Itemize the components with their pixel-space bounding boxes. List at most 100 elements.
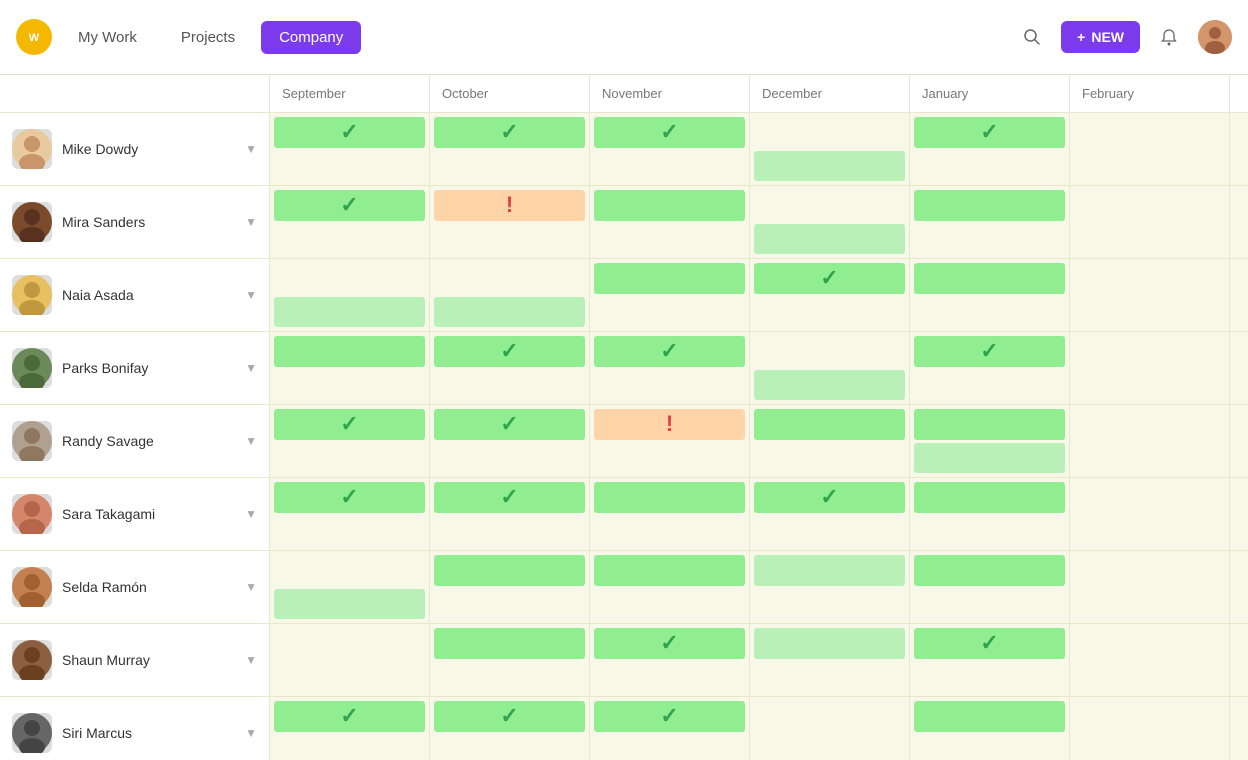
person-group: Naia Asada ▼ ✓: [0, 259, 1248, 332]
check-icon: ✓: [820, 265, 838, 291]
check-icon: ✓: [340, 411, 358, 437]
person-name: Siri Marcus: [62, 725, 132, 741]
check-icon: ✓: [500, 119, 518, 145]
month-cell: ✓: [910, 624, 1070, 696]
name-cell: Parks Bonifay ▼: [0, 332, 270, 404]
avatar: [12, 275, 52, 315]
header-november: November: [590, 75, 750, 112]
month-cell: [910, 186, 1070, 258]
chevron-down-icon[interactable]: ▼: [245, 653, 257, 667]
month-cell: [750, 624, 910, 696]
month-cell: [750, 332, 910, 404]
month-cell: ✓: [750, 478, 910, 550]
bell-button[interactable]: [1152, 20, 1186, 54]
check-icon: ✓: [500, 703, 518, 729]
user-avatar[interactable]: [1198, 20, 1232, 54]
svg-text:W: W: [29, 32, 40, 44]
month-cell: ✓: [430, 405, 590, 477]
month-cell: ✓: [910, 332, 1070, 404]
month-cell: [1070, 113, 1230, 185]
table-row: Parks Bonifay ▼ ✓ ✓ ✓: [0, 332, 1248, 404]
name-cell: Siri Marcus ▼: [0, 697, 270, 760]
month-cell: [1070, 332, 1230, 404]
person-name: Selda Ramón: [62, 579, 147, 595]
header-december: December: [750, 75, 910, 112]
check-icon: ✓: [500, 338, 518, 364]
person-group: Mike Dowdy ▼ ✓✓✓✓: [0, 113, 1248, 186]
new-button[interactable]: + NEW: [1061, 21, 1140, 53]
person-group: Sara Takagami ▼ ✓ ✓ ✓: [0, 478, 1248, 551]
check-icon: ✓: [340, 484, 358, 510]
month-cell: ✓: [750, 259, 910, 331]
month-cell: ✓: [590, 624, 750, 696]
person-name: Sara Takagami: [62, 506, 155, 522]
topbar-right: + NEW: [1015, 20, 1232, 54]
month-cell: [910, 478, 1070, 550]
chevron-down-icon[interactable]: ▼: [245, 434, 257, 448]
month-cell: [750, 113, 910, 185]
table-row: Siri Marcus ▼ ✓ ✓ ✓: [0, 697, 1248, 760]
check-icon: ✓: [660, 630, 678, 656]
chevron-down-icon[interactable]: ▼: [245, 361, 257, 375]
table-row: Shaun Murray ▼ ✓ ✓: [0, 624, 1248, 696]
month-cell: [270, 259, 430, 331]
topbar: W My Work Projects Company + NEW: [0, 0, 1248, 75]
month-cell: [1070, 697, 1230, 760]
month-cell: ✓: [590, 697, 750, 760]
grid-container: September October November December Janu…: [0, 75, 1248, 760]
header-name: [0, 75, 270, 112]
check-icon: ✓: [980, 119, 998, 145]
month-cell: ✓: [430, 332, 590, 404]
check-icon: ✓: [340, 703, 358, 729]
month-cell: [590, 478, 750, 550]
nav-company[interactable]: Company: [261, 21, 361, 54]
table-row: Mike Dowdy ▼ ✓✓✓✓: [0, 113, 1248, 185]
check-icon: ✓: [500, 411, 518, 437]
header-january: January: [910, 75, 1070, 112]
chevron-down-icon[interactable]: ▼: [245, 215, 257, 229]
chevron-down-icon[interactable]: ▼: [245, 288, 257, 302]
month-cell: ✓: [430, 478, 590, 550]
name-cell: Randy Savage ▼: [0, 405, 270, 477]
name-cell: Selda Ramón ▼: [0, 551, 270, 623]
month-cell: ✓: [590, 332, 750, 404]
month-cell: [750, 186, 910, 258]
person-name: Randy Savage: [62, 433, 154, 449]
person-group: Parks Bonifay ▼ ✓ ✓ ✓: [0, 332, 1248, 405]
month-cell: ✓: [910, 113, 1070, 185]
search-button[interactable]: [1015, 20, 1049, 54]
header-february: February: [1070, 75, 1230, 112]
chevron-down-icon[interactable]: ▼: [245, 580, 257, 594]
person-group: Siri Marcus ▼ ✓ ✓ ✓: [0, 697, 1248, 760]
chevron-down-icon[interactable]: ▼: [245, 507, 257, 521]
avatar: [12, 348, 52, 388]
month-cell: [590, 259, 750, 331]
person-name: Parks Bonifay: [62, 360, 148, 376]
avatar: [12, 494, 52, 534]
month-cell: ✓: [270, 186, 430, 258]
month-cell: [910, 405, 1070, 477]
exclaim-icon: !: [666, 411, 673, 437]
month-cell: ✓: [430, 697, 590, 760]
exclaim-icon: !: [506, 192, 513, 218]
month-cell: ✓: [590, 113, 750, 185]
month-cell: ✓: [270, 113, 430, 185]
person-name: Shaun Murray: [62, 652, 150, 668]
avatar: [12, 202, 52, 242]
chevron-down-icon[interactable]: ▼: [245, 726, 257, 740]
name-cell: Mira Sanders ▼: [0, 186, 270, 258]
nav-projects[interactable]: Projects: [163, 21, 253, 54]
check-icon: ✓: [660, 338, 678, 364]
person-name: Naia Asada: [62, 287, 134, 303]
name-cell: Shaun Murray ▼: [0, 624, 270, 696]
month-cell: [590, 551, 750, 623]
person-group: Mira Sanders ▼ ✓!: [0, 186, 1248, 259]
nav-my-work[interactable]: My Work: [60, 21, 155, 54]
header-row: September October November December Janu…: [0, 75, 1248, 113]
main-content: September October November December Janu…: [0, 75, 1248, 760]
month-cell: [1070, 624, 1230, 696]
check-icon: ✓: [340, 192, 358, 218]
check-icon: ✓: [980, 338, 998, 364]
table-row: Naia Asada ▼ ✓: [0, 259, 1248, 331]
chevron-down-icon[interactable]: ▼: [245, 142, 257, 156]
